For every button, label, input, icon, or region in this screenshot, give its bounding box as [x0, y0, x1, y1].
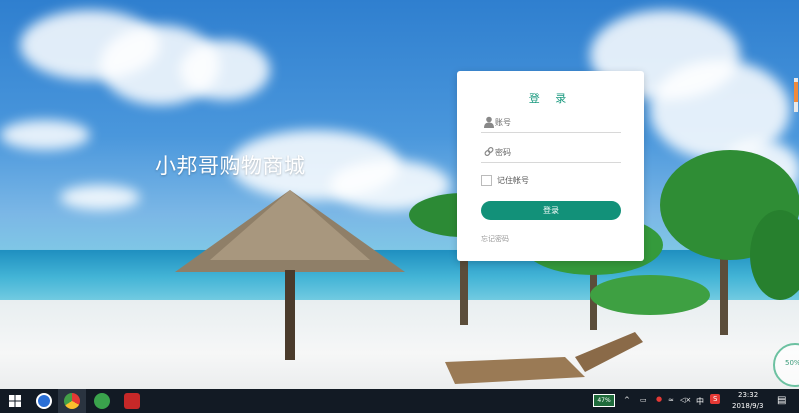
sogou-ime-icon[interactable]: S: [710, 394, 721, 404]
login-title: 登 录: [528, 92, 573, 105]
tray-volume-icon[interactable]: ◁×: [680, 396, 691, 404]
taskbar-app-hbuilder[interactable]: [88, 389, 116, 413]
gauge-value: 50%: [785, 359, 799, 367]
cloud: [180, 40, 270, 100]
battery-indicator[interactable]: 47%: [593, 394, 615, 407]
password-field-row: [481, 144, 621, 163]
taskbar: ^ ▭ ● ≈ ◁× 中 S 23:32 2018/9/3 ▤: [0, 389, 799, 413]
editor-icon: [124, 393, 140, 409]
forgot-password-link[interactable]: 忘记密码: [481, 234, 509, 244]
desktop-background: 小邦哥购物商城 登 录 记住帐号 登录 忘记密码 50%: [0, 0, 799, 389]
tray-up-arrow-icon[interactable]: ^: [624, 396, 630, 404]
clock-date[interactable]: 2018/9/3: [732, 402, 763, 410]
ime-indicator[interactable]: 中: [696, 396, 704, 407]
taskbar-app-sogou[interactable]: [32, 389, 56, 413]
password-input[interactable]: [495, 144, 619, 160]
brand-title: 小邦哥购物商城: [155, 154, 306, 178]
user-icon: [484, 116, 494, 128]
chrome-icon: [64, 393, 80, 409]
sogou-icon: [36, 393, 52, 409]
deck-chair: [445, 332, 643, 384]
remember-checkbox[interactable]: [481, 175, 492, 186]
hbuilder-icon: [94, 393, 110, 409]
scroll-thumb[interactable]: [794, 82, 798, 102]
beach-umbrella: [175, 190, 405, 360]
taskbar-app-chrome[interactable]: [58, 389, 86, 413]
start-button[interactable]: [0, 389, 30, 413]
side-scroll-indicator[interactable]: [794, 78, 798, 112]
cloud: [60, 185, 140, 210]
tray-app-icon[interactable]: ●: [656, 395, 662, 403]
notification-icon[interactable]: ▤: [777, 395, 786, 406]
cloud: [0, 120, 90, 150]
tray-network-icon[interactable]: ▭: [640, 396, 647, 404]
taskbar-app-editor[interactable]: [118, 389, 146, 413]
username-field-row: [481, 114, 621, 133]
windows-logo-icon: [9, 395, 21, 407]
login-panel: 登 录 记住帐号 登录 忘记密码: [457, 71, 644, 261]
tray-wifi-icon[interactable]: ≈: [668, 396, 674, 404]
remember-label: 记住帐号: [497, 176, 529, 185]
clock-time[interactable]: 23:32: [738, 391, 758, 399]
username-input[interactable]: [495, 114, 619, 130]
link-icon: [484, 147, 494, 156]
login-button[interactable]: 登录: [481, 201, 621, 220]
